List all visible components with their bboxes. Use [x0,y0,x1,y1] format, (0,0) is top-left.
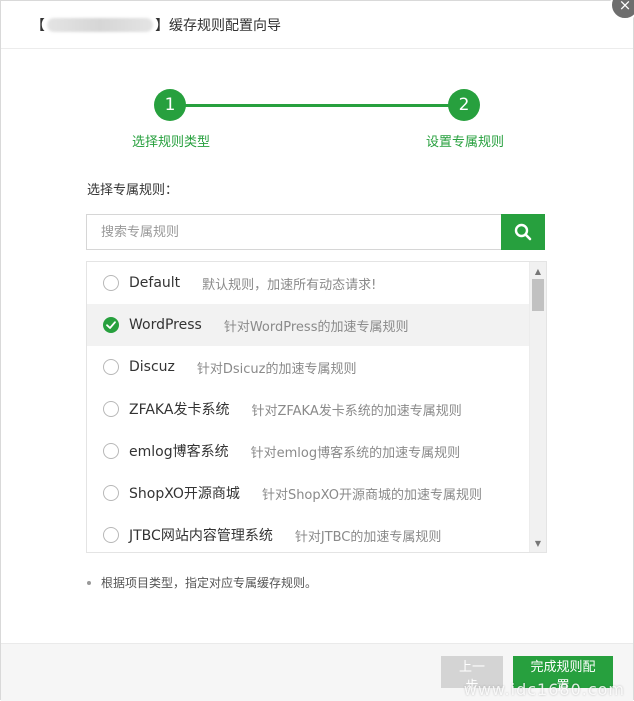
list-scrollbar[interactable]: ▲ ▼ [529,262,546,552]
rule-name: emlog博客系统 [129,444,229,460]
radio-unchecked[interactable] [103,527,119,543]
rule-name: Default [129,275,181,291]
hint-text-content: 根据项目类型，指定对应专属缓存规则。 [101,576,318,590]
section-label: 选择专属规则： [87,183,179,198]
rule-desc: 针对ZFAKA发卡系统的加速专属规则 [251,403,462,419]
rule-name: JTBC网站内容管理系统 [129,528,273,544]
dialog-title: 缓存规则配置向导 [169,17,281,34]
dialog-header: 【 】 缓存规则配置向导 [1,1,633,49]
radio-unchecked[interactable] [103,275,119,291]
radio-unchecked[interactable] [103,443,119,459]
redacted-domain [47,17,153,32]
scroll-up-arrow-icon[interactable]: ▲ [530,263,546,279]
hint-text: 根据项目类型，指定对应专属缓存规则。 [87,574,317,591]
step-1-circle: 1 [154,89,186,121]
rule-desc: 默认规则，加速所有动态请求! [202,277,377,293]
radio-unchecked[interactable] [103,359,119,375]
bullet-icon [87,580,91,585]
rule-item-zfaka[interactable]: ZFAKA发卡系统 针对ZFAKA发卡系统的加速专属规则 [87,388,530,430]
rule-name: ShopXO开源商城 [129,486,240,502]
step-1-label: 选择规则类型 [132,135,211,150]
radio-unchecked[interactable] [103,485,119,501]
rule-item-emlog[interactable]: emlog博客系统 针对emlog博客系统的加速专属规则 [87,430,530,472]
rule-desc: 针对Dsicuz的加速专属规则 [196,361,357,377]
rule-desc: 针对emlog博客系统的加速专属规则 [250,445,461,461]
search-input[interactable] [86,214,501,250]
wizard-steps: 1 2 选择规则类型 设置专属规则 [1,89,633,159]
rule-item-wordpress[interactable]: WordPress 针对WordPress的加速专属规则 [87,304,530,346]
search-button[interactable] [501,214,545,250]
search-icon [514,223,532,241]
rule-list: Default 默认规则，加速所有动态请求! WordPress 针对WordP… [86,261,547,553]
rule-name: Discuz [129,359,175,375]
search-bar [86,214,545,250]
rule-item-jtbc[interactable]: JTBC网站内容管理系统 针对JTBC的加速专属规则 [87,514,530,552]
check-icon [106,321,116,329]
rule-desc: 针对WordPress的加速专属规则 [223,319,409,335]
radio-unchecked[interactable] [103,401,119,417]
scroll-down-arrow-icon[interactable]: ▼ [530,535,546,551]
header-bracket-close: 】 [155,17,169,34]
rule-name: WordPress [129,317,202,333]
rule-desc: 针对JTBC的加速专属规则 [294,529,442,545]
step-2-circle: 2 [448,89,480,121]
rule-name: ZFAKA发卡系统 [129,402,230,418]
step-progress-line [172,104,464,107]
watermark: www.idc1680.com [463,680,625,699]
rule-item-shopxo[interactable]: ShopXO开源商城 针对ShopXO开源商城的加速专属规则 [87,472,530,514]
scroll-thumb[interactable] [532,279,544,311]
radio-checked[interactable] [103,317,119,333]
rule-desc: 针对ShopXO开源商城的加速专属规则 [261,487,482,503]
rule-item-default[interactable]: Default 默认规则，加速所有动态请求! [87,262,530,304]
header-bracket-open: 【 [31,17,45,34]
rule-wizard-dialog: 【 】 缓存规则配置向导 1 2 选择规则类型 设置专属规则 选择专属规则： D… [0,0,634,701]
rule-item-discuz[interactable]: Discuz 针对Dsicuz的加速专属规则 [87,346,530,388]
step-2-label: 设置专属规则 [426,135,505,150]
dialog-footer: 上一步 完成规则配置 www.idc1680.com [1,643,633,701]
